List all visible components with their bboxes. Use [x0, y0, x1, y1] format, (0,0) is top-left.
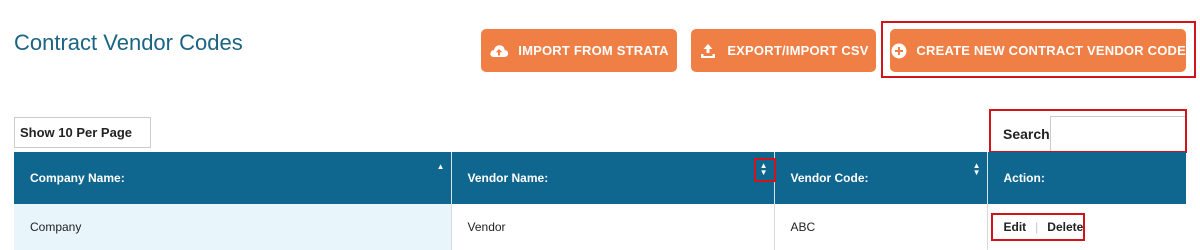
- import-from-strata-label: IMPORT FROM STRATA: [518, 43, 669, 58]
- upload-tray-icon: [698, 41, 718, 61]
- column-header-label: Company Name:: [30, 171, 125, 185]
- highlight-vendor-sort: [754, 158, 776, 182]
- highlight-search: [989, 109, 1187, 153]
- column-header-action: Action:: [987, 152, 1186, 204]
- highlight-create-button: [881, 21, 1196, 78]
- column-header-label: Vendor Name:: [467, 171, 549, 185]
- import-from-strata-button[interactable]: IMPORT FROM STRATA: [481, 29, 677, 72]
- export-import-csv-label: EXPORT/IMPORT CSV: [727, 43, 869, 58]
- cloud-upload-icon: [489, 41, 509, 61]
- highlight-row-actions: [991, 213, 1085, 241]
- table-header-row: Company Name: ▲ Vendor Name: ▲ ▼ Vendor C…: [14, 152, 1186, 204]
- sort-ascending-icon: ▲: [436, 162, 445, 171]
- cell-vendor-code: ABC: [774, 204, 988, 250]
- page-title: Contract Vendor Codes: [14, 30, 243, 55]
- cell-company-name: Company: [14, 204, 452, 250]
- column-header-label: Action:: [1003, 171, 1045, 185]
- column-header-company-name[interactable]: Company Name: ▲: [14, 152, 452, 204]
- per-page-select[interactable]: Show 10 Per Page: [14, 117, 151, 148]
- cell-vendor-name: Vendor: [451, 204, 775, 250]
- export-import-csv-button[interactable]: EXPORT/IMPORT CSV: [691, 29, 876, 72]
- column-header-label: Vendor Code:: [790, 171, 869, 185]
- sort-both-icon: ▲ ▼: [972, 161, 981, 177]
- column-header-vendor-code[interactable]: Vendor Code: ▲ ▼: [774, 152, 988, 204]
- column-header-vendor-name[interactable]: Vendor Name: ▲ ▼: [451, 152, 775, 204]
